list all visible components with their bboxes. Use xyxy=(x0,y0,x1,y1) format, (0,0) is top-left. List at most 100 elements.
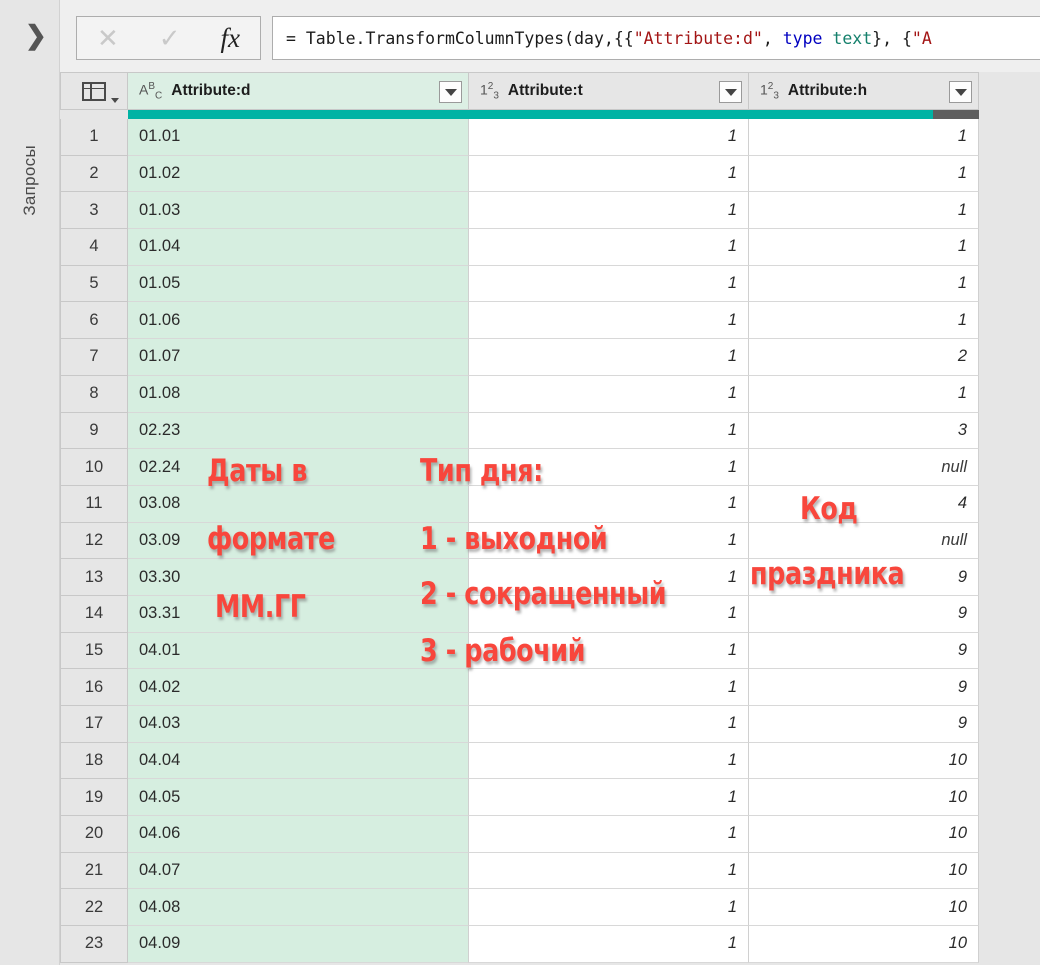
cell-attribute-d[interactable]: 03.31 xyxy=(128,595,469,633)
cell-attribute-t[interactable]: 1 xyxy=(469,706,749,743)
table-row[interactable]: 22 04.08 1 10 xyxy=(60,889,1040,927)
cell-attribute-t[interactable]: 1 xyxy=(469,595,749,633)
table-row[interactable]: 20 04.06 1 10 xyxy=(60,816,1040,853)
cell-attribute-t[interactable]: 1 xyxy=(469,265,749,303)
cell-attribute-h[interactable]: null xyxy=(749,449,979,486)
cell-attribute-t[interactable]: 1 xyxy=(469,412,749,450)
cell-attribute-h[interactable]: 10 xyxy=(749,779,979,817)
cell-attribute-t[interactable]: 1 xyxy=(469,192,749,230)
cell-attribute-t[interactable]: 1 xyxy=(469,375,749,413)
cell-attribute-t[interactable]: 1 xyxy=(469,485,749,523)
cell-attribute-d[interactable]: 04.07 xyxy=(128,852,469,890)
cell-attribute-d[interactable]: 04.01 xyxy=(128,632,469,670)
cell-attribute-t[interactable]: 1 xyxy=(469,559,749,596)
column-header-attribute-h[interactable]: 123 Attribute:h xyxy=(749,72,979,110)
cell-attribute-h[interactable]: 1 xyxy=(749,302,979,340)
cell-attribute-t[interactable]: 1 xyxy=(469,119,749,156)
cell-attribute-h[interactable]: 2 xyxy=(749,339,979,376)
cell-attribute-h[interactable]: 10 xyxy=(749,852,979,890)
cell-attribute-t[interactable]: 1 xyxy=(469,339,749,376)
cell-attribute-d[interactable]: 04.06 xyxy=(128,816,469,853)
cell-attribute-h[interactable]: 1 xyxy=(749,119,979,156)
cell-attribute-t[interactable]: 1 xyxy=(469,229,749,266)
cell-attribute-d[interactable]: 01.04 xyxy=(128,229,469,266)
cell-attribute-d[interactable]: 04.05 xyxy=(128,779,469,817)
fx-icon[interactable]: fx xyxy=(221,24,241,52)
cell-attribute-h[interactable]: 4 xyxy=(749,485,979,523)
formula-input[interactable]: = Table.TransformColumnTypes(day,{{"Attr… xyxy=(272,16,1040,60)
cell-attribute-h[interactable]: 9 xyxy=(749,669,979,706)
cell-attribute-d[interactable]: 01.05 xyxy=(128,265,469,303)
cell-attribute-t[interactable]: 1 xyxy=(469,779,749,817)
cell-attribute-d[interactable]: 04.03 xyxy=(128,706,469,743)
table-row[interactable]: 13 03.30 1 9 xyxy=(60,559,1040,596)
column-header-attribute-d[interactable]: ABC Attribute:d xyxy=(128,72,469,110)
table-row[interactable]: 3 01.03 1 1 xyxy=(60,192,1040,230)
cell-attribute-d[interactable]: 04.09 xyxy=(128,926,469,963)
table-row[interactable]: 12 03.09 1 null xyxy=(60,522,1040,560)
filter-dropdown-icon[interactable] xyxy=(439,81,462,103)
cell-attribute-h[interactable]: 1 xyxy=(749,265,979,303)
select-all-button[interactable] xyxy=(60,72,128,110)
table-row[interactable]: 10 02.24 1 null xyxy=(60,449,1040,486)
table-row[interactable]: 15 04.01 1 9 xyxy=(60,632,1040,670)
table-row[interactable]: 23 04.09 1 10 xyxy=(60,926,1040,963)
cell-attribute-h[interactable]: 9 xyxy=(749,632,979,670)
table-row[interactable]: 11 03.08 1 4 xyxy=(60,485,1040,523)
cell-attribute-h[interactable]: null xyxy=(749,522,979,560)
cell-attribute-h[interactable]: 1 xyxy=(749,375,979,413)
cell-attribute-d[interactable]: 02.24 xyxy=(128,449,469,486)
cell-attribute-t[interactable]: 1 xyxy=(469,852,749,890)
filter-dropdown-icon[interactable] xyxy=(949,81,972,103)
cell-attribute-h[interactable]: 9 xyxy=(749,559,979,596)
cell-attribute-h[interactable]: 1 xyxy=(749,155,979,193)
cell-attribute-h[interactable]: 9 xyxy=(749,595,979,633)
cell-attribute-h[interactable]: 10 xyxy=(749,926,979,963)
table-row[interactable]: 6 01.06 1 1 xyxy=(60,302,1040,340)
table-row[interactable]: 1 01.01 1 1 xyxy=(60,119,1040,156)
table-row[interactable]: 17 04.03 1 9 xyxy=(60,706,1040,743)
close-icon[interactable]: ✕ xyxy=(97,25,119,51)
table-row[interactable]: 8 01.08 1 1 xyxy=(60,375,1040,413)
column-header-attribute-t[interactable]: 123 Attribute:t xyxy=(469,72,749,110)
cell-attribute-d[interactable]: 03.08 xyxy=(128,485,469,523)
cell-attribute-t[interactable]: 1 xyxy=(469,449,749,486)
chevron-right-icon[interactable]: ❯ xyxy=(25,22,47,48)
cell-attribute-d[interactable]: 01.03 xyxy=(128,192,469,230)
table-row[interactable]: 19 04.05 1 10 xyxy=(60,779,1040,817)
table-row[interactable]: 5 01.05 1 1 xyxy=(60,265,1040,303)
cell-attribute-h[interactable]: 3 xyxy=(749,412,979,450)
cell-attribute-d[interactable]: 04.08 xyxy=(128,889,469,927)
cell-attribute-d[interactable]: 01.07 xyxy=(128,339,469,376)
cell-attribute-t[interactable]: 1 xyxy=(469,926,749,963)
cell-attribute-h[interactable]: 10 xyxy=(749,889,979,927)
cell-attribute-h[interactable]: 10 xyxy=(749,816,979,853)
cell-attribute-t[interactable]: 1 xyxy=(469,669,749,706)
table-row[interactable]: 9 02.23 1 3 xyxy=(60,412,1040,450)
cell-attribute-h[interactable]: 10 xyxy=(749,742,979,780)
table-row[interactable]: 14 03.31 1 9 xyxy=(60,595,1040,633)
cell-attribute-d[interactable]: 01.02 xyxy=(128,155,469,193)
cell-attribute-d[interactable]: 04.04 xyxy=(128,742,469,780)
cell-attribute-t[interactable]: 1 xyxy=(469,155,749,193)
cell-attribute-t[interactable]: 1 xyxy=(469,889,749,927)
cell-attribute-t[interactable]: 1 xyxy=(469,632,749,670)
table-row[interactable]: 18 04.04 1 10 xyxy=(60,742,1040,780)
filter-dropdown-icon[interactable] xyxy=(719,81,742,103)
cell-attribute-d[interactable]: 01.06 xyxy=(128,302,469,340)
cell-attribute-d[interactable]: 01.01 xyxy=(128,119,469,156)
cell-attribute-d[interactable]: 03.09 xyxy=(128,522,469,560)
cell-attribute-h[interactable]: 9 xyxy=(749,706,979,743)
table-row[interactable]: 16 04.02 1 9 xyxy=(60,669,1040,706)
check-icon[interactable]: ✓ xyxy=(159,25,181,51)
cell-attribute-h[interactable]: 1 xyxy=(749,229,979,266)
table-row[interactable]: 4 01.04 1 1 xyxy=(60,229,1040,266)
cell-attribute-h[interactable]: 1 xyxy=(749,192,979,230)
table-row[interactable]: 7 01.07 1 2 xyxy=(60,339,1040,376)
cell-attribute-d[interactable]: 01.08 xyxy=(128,375,469,413)
cell-attribute-d[interactable]: 02.23 xyxy=(128,412,469,450)
cell-attribute-t[interactable]: 1 xyxy=(469,522,749,560)
cell-attribute-t[interactable]: 1 xyxy=(469,742,749,780)
cell-attribute-t[interactable]: 1 xyxy=(469,302,749,340)
table-row[interactable]: 2 01.02 1 1 xyxy=(60,155,1040,193)
